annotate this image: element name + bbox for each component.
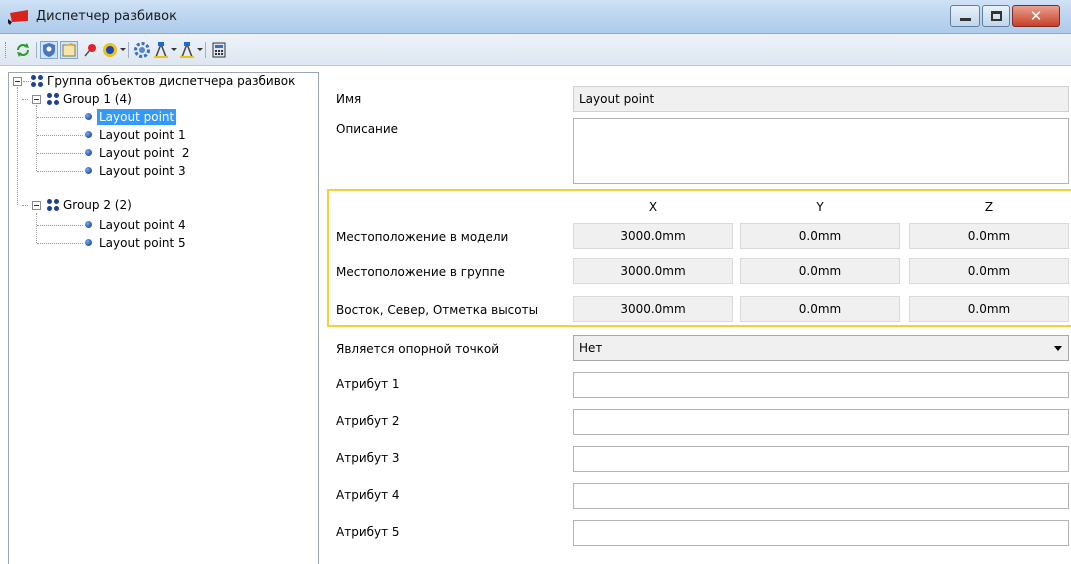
gear-icon[interactable]	[133, 41, 151, 59]
point-icon[interactable]	[101, 41, 119, 59]
model-location-label: Местоположение в модели	[336, 230, 509, 244]
attribute-3-field[interactable]	[573, 446, 1069, 472]
base-point-value: Нет	[579, 341, 603, 355]
tree-connector	[37, 225, 83, 226]
tree-item-label: Layout point 2	[99, 146, 190, 160]
layout-tree[interactable]: Группа объектов диспетчера разбивок Grou…	[8, 72, 319, 564]
tree-group-2-label: Group 2 (2)	[63, 198, 132, 212]
tree-connector	[37, 135, 83, 136]
tree-connector	[17, 87, 18, 205]
tree-connector	[37, 171, 83, 172]
tree-connector	[36, 213, 37, 243]
properties-panel: Имя Layout point Описание X Y Z Местопол…	[320, 72, 1071, 564]
name-field[interactable]: Layout point	[573, 86, 1069, 112]
attribute-2-field[interactable]	[573, 409, 1069, 435]
toolbar	[0, 34, 1071, 66]
note-icon	[62, 43, 76, 57]
maximize-icon	[991, 11, 1002, 21]
name-label: Имя	[336, 92, 362, 106]
title-bar[interactable]: Диспетчер разбивок ✕	[0, 0, 1071, 34]
model-location-y[interactable]: 0.0mm	[740, 223, 900, 249]
toolbar-grip[interactable]	[5, 42, 8, 58]
base-point-label: Является опорной точкой	[336, 342, 500, 356]
survey-dropdown-icon[interactable]	[171, 48, 177, 51]
tree-connector	[22, 205, 28, 206]
tree-group-1-label: Group 1 (4)	[63, 92, 132, 106]
layout-point-icon	[85, 167, 92, 174]
survey2-icon[interactable]	[178, 41, 196, 59]
pin-icon[interactable]	[81, 41, 99, 59]
note-button[interactable]	[60, 41, 78, 59]
calculator-icon[interactable]	[210, 41, 228, 59]
layout-point-icon	[85, 113, 92, 120]
root-collapse-toggle[interactable]	[13, 77, 22, 86]
attribute-4-field[interactable]	[573, 483, 1069, 509]
description-label: Описание	[336, 122, 399, 136]
group-icon	[47, 93, 59, 105]
description-field[interactable]	[573, 118, 1069, 184]
minimize-button[interactable]	[950, 5, 980, 27]
tree-connector	[36, 105, 37, 171]
tree-connector	[37, 243, 83, 244]
group-icon	[47, 199, 59, 211]
tree-connector	[37, 153, 83, 154]
attribute-5-field[interactable]	[573, 520, 1069, 546]
survey2-dropdown-icon[interactable]	[197, 48, 203, 51]
close-button[interactable]: ✕	[1012, 5, 1060, 27]
attribute-3-label: Атрибут 3	[336, 451, 400, 465]
model-location-x[interactable]: 3000.0mm	[573, 223, 733, 249]
east-north-elevation-label: Восток, Север, Отметка высоты	[336, 303, 539, 317]
layout-point-icon	[85, 149, 92, 156]
attribute-5-label: Атрибут 5	[336, 525, 400, 539]
toolbar-separator	[205, 42, 206, 58]
survey-icon[interactable]	[152, 41, 170, 59]
group-location-z[interactable]: 0.0mm	[909, 258, 1069, 284]
attribute-4-label: Атрибут 4	[336, 488, 400, 502]
group-location-y[interactable]: 0.0mm	[740, 258, 900, 284]
east-north-elevation-y[interactable]: 0.0mm	[740, 296, 900, 322]
model-location-z[interactable]: 0.0mm	[909, 223, 1069, 249]
tree-connector	[37, 117, 83, 118]
minimize-icon	[960, 18, 971, 21]
tree-item-label: Layout point 4	[99, 218, 186, 232]
chevron-down-icon	[1054, 346, 1062, 351]
group-1-collapse-toggle[interactable]	[32, 95, 41, 104]
column-header-y: Y	[816, 200, 824, 214]
refresh-icon[interactable]	[14, 41, 32, 59]
attribute-2-label: Атрибут 2	[336, 414, 400, 428]
attribute-1-field[interactable]	[573, 372, 1069, 398]
attribute-1-label: Атрибут 1	[336, 377, 400, 391]
point-dropdown-icon[interactable]	[120, 48, 126, 51]
tree-connector	[23, 81, 31, 82]
tree-item-label: Layout point 1	[99, 128, 186, 142]
tree-root-label: Группа объектов диспетчера разбивок	[47, 74, 296, 88]
shield-icon	[43, 43, 55, 57]
column-header-x: X	[648, 200, 658, 214]
layout-point-icon	[85, 239, 92, 246]
group-location-x[interactable]: 3000.0mm	[573, 258, 733, 284]
east-north-elevation-z[interactable]: 0.0mm	[909, 296, 1069, 322]
maximize-button[interactable]	[982, 5, 1010, 27]
tree-item-label: Layout point 3	[99, 164, 186, 178]
tree-connector	[22, 99, 28, 100]
layout-point-icon	[85, 221, 92, 228]
column-header-z: Z	[984, 200, 994, 214]
close-icon: ✕	[1029, 7, 1043, 25]
toolbar-separator	[36, 42, 37, 58]
toolbar-separator	[128, 42, 129, 58]
group-location-label: Местоположение в группе	[336, 265, 505, 279]
tree-item-label: Layout point	[97, 109, 177, 125]
base-point-select[interactable]: Нет	[573, 335, 1069, 361]
east-north-elevation-x[interactable]: 3000.0mm	[573, 296, 733, 322]
group-icon	[31, 75, 43, 87]
tree-item-label: Layout point 5	[99, 236, 186, 250]
window-title: Диспетчер разбивок	[36, 9, 177, 24]
group-2-collapse-toggle[interactable]	[32, 201, 41, 210]
layout-point-icon	[85, 131, 92, 138]
app-logo-icon	[8, 10, 28, 25]
shield-button[interactable]	[40, 41, 58, 59]
